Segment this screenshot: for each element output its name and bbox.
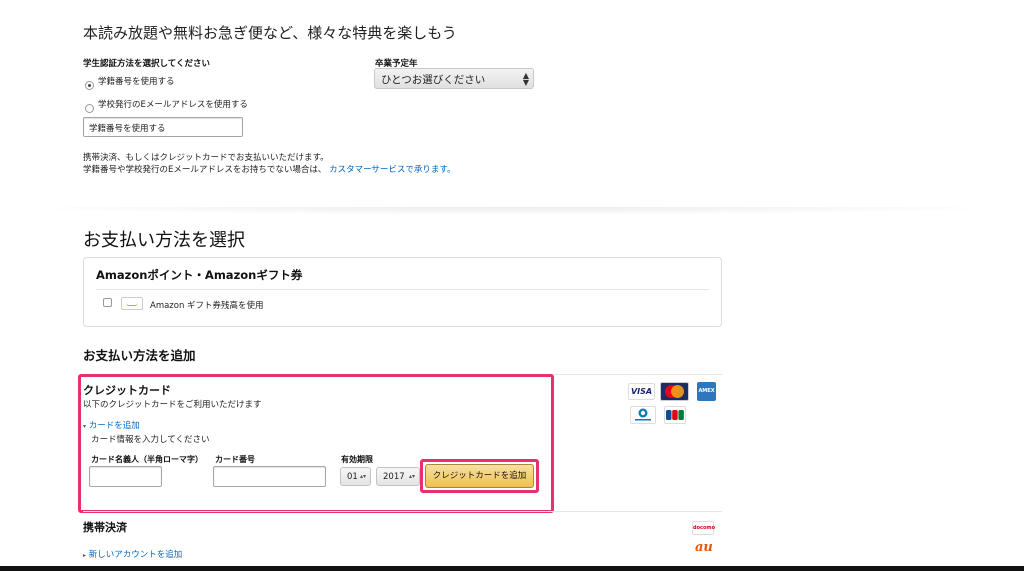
mobile-payment-title: 携帯決済: [83, 521, 127, 534]
bottom-edge-bar: [0, 566, 1024, 571]
add-card-link-text[interactable]: カードを追加: [89, 421, 140, 431]
gift-box-divider: [96, 289, 709, 290]
customer-service-link[interactable]: カスタマーサービスで承ります。: [329, 165, 455, 175]
payment-note-line2: 学籍番号や学校発行のEメールアドレスをお持ちでない場合は、 カスタマーサービスで…: [83, 163, 456, 175]
caret-right-icon: ▸: [83, 552, 87, 559]
expiry-month-select[interactable]: 01 ▴▾: [340, 467, 371, 486]
add-credit-card-button[interactable]: クレジットカードを追加: [425, 464, 534, 488]
radio-student-id-control[interactable]: [85, 81, 94, 90]
radio-student-id-label[interactable]: 学籍番号を使用する: [98, 75, 175, 87]
mastercard-logo-icon: [660, 382, 689, 401]
expiry-month-value: 01: [347, 472, 358, 482]
add-account-link[interactable]: ▸ 新しいアカウントを追加: [83, 548, 182, 560]
gift-balance-checkbox[interactable]: [103, 298, 112, 307]
diners-club-logo-icon: [630, 406, 656, 424]
caret-down-icon: ▾: [83, 423, 87, 430]
add-card-link[interactable]: ▾ カードを追加: [83, 419, 140, 431]
expiry-year-select[interactable]: 2017 ▴▾: [376, 467, 420, 486]
cardholder-name-input[interactable]: [89, 466, 162, 487]
docomo-logo-icon: docomo: [692, 521, 715, 535]
gift-balance-label[interactable]: Amazon ギフト券残高を使用: [150, 299, 264, 311]
add-payment-heading: お支払い方法を追加: [83, 348, 196, 363]
jcb-mark-icon: [666, 410, 684, 420]
student-id-input[interactable]: 学籍番号を使用する: [83, 117, 243, 137]
payment-select-heading: お支払い方法を選択: [83, 230, 245, 251]
card-number-input[interactable]: [213, 466, 326, 487]
graduation-year-select-value: ひとつお選びください: [381, 74, 486, 86]
expiry-year-value: 2017: [383, 472, 405, 482]
payment-note-line1: 携帯決済、もしくはクレジットカードでお支払いいただけます。: [83, 153, 329, 163]
section-divider: [0, 207, 1024, 215]
diners-club-mark-icon: [635, 408, 651, 421]
select-arrows-icon: ▴▾: [408, 473, 415, 480]
amex-logo-icon: AMEX: [697, 382, 716, 401]
au-logo-icon: au: [695, 540, 713, 555]
credit-card-title: クレジットカード: [83, 384, 171, 397]
radio-email-label[interactable]: 学校発行のEメールアドレスを使用する: [98, 98, 248, 110]
visa-logo-icon: VISA: [628, 383, 655, 400]
mastercard-circles-icon: [665, 385, 684, 398]
jcb-logo-icon: [664, 406, 686, 424]
card-number-label: カード番号: [215, 455, 255, 464]
verify-method-label: 学生認証方法を選択してください: [83, 59, 210, 69]
radio-student-id[interactable]: [85, 75, 94, 94]
gift-card-icon: [121, 297, 143, 310]
add-account-link-text[interactable]: 新しいアカウントを追加: [89, 550, 183, 560]
cardholder-name-label: カード名義人（半角ローマ字）: [91, 455, 203, 464]
graduation-year-select[interactable]: ひとつお選びください ▲ ▼: [374, 68, 534, 89]
card-instruction: カード情報を入力してください: [91, 435, 210, 445]
payment-note-prefix: 学籍番号や学校発行のEメールアドレスをお持ちでない場合は、: [83, 165, 327, 175]
gift-box-title: Amazonポイント・Amazonギフト券: [96, 268, 303, 282]
radio-email[interactable]: [85, 98, 94, 117]
mobile-divider: [83, 511, 722, 512]
promo-heading: 本読み放題や無料お急ぎ便など、様々な特典を楽しもう: [83, 24, 457, 42]
select-arrows-icon: ▲ ▼: [522, 71, 529, 87]
radio-email-control[interactable]: [85, 104, 94, 113]
expiry-label: 有効期限: [341, 455, 373, 464]
gift-card-box: Amazonポイント・Amazonギフト券: [83, 257, 722, 327]
credit-card-subtitle: 以下のクレジットカードをご利用いただけます: [83, 400, 262, 410]
select-arrows-icon: ▴▾: [359, 473, 366, 480]
